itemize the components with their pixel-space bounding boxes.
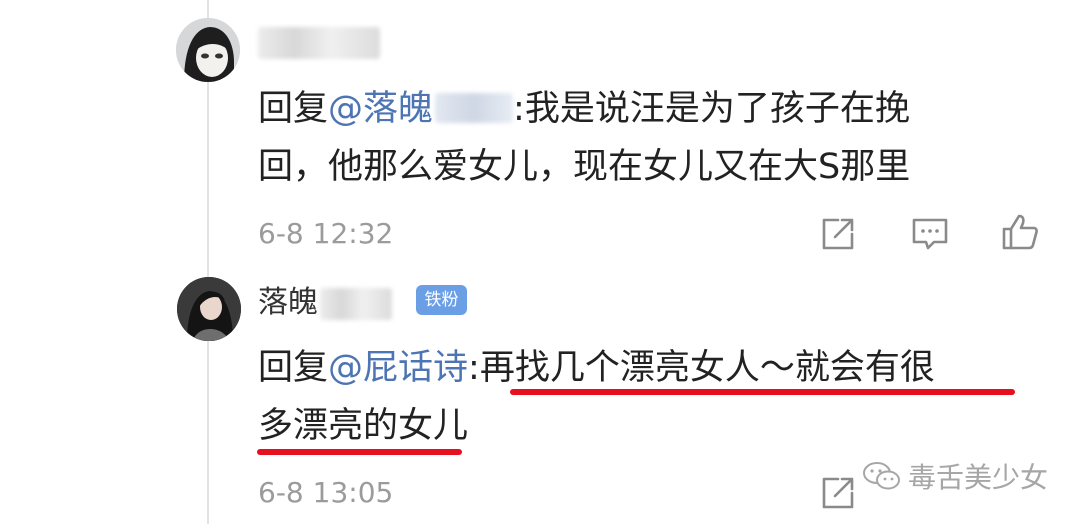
comment-body: 回复@落魄:我是说汪是为了孩子在挽 回，他那么爱女儿，现在女儿又在大S那里 xyxy=(258,89,911,187)
blurred-username xyxy=(320,287,392,320)
share-icon[interactable] xyxy=(818,473,858,513)
like-icon[interactable] xyxy=(1000,212,1040,252)
comment-text: 再找几个漂亮女人～就会有很 xyxy=(479,348,935,388)
avatar[interactable] xyxy=(177,277,241,341)
red-underline xyxy=(257,449,462,455)
comment-text: 多漂亮的女儿 xyxy=(258,406,469,446)
fan-badge: 铁粉 xyxy=(416,285,467,315)
reply-prefix: 回复 xyxy=(258,348,329,388)
mention-link[interactable]: @落魄 xyxy=(328,89,514,129)
comment-username[interactable] xyxy=(258,22,380,62)
avatar[interactable] xyxy=(176,18,240,82)
comment-icon[interactable] xyxy=(910,214,950,254)
comment-username[interactable]: 落魄 xyxy=(258,283,392,323)
comment-text: 回，他那么爱女儿，现在女儿又在大S那里 xyxy=(258,147,911,187)
timestamp: 6-8 12:32 xyxy=(258,217,394,250)
watermark: 毒舌美少女 xyxy=(862,460,1048,496)
wechat-icon xyxy=(862,461,902,491)
red-underline xyxy=(510,389,1015,395)
watermark-text: 毒舌美少女 xyxy=(908,461,1049,494)
reply-prefix: 回复 xyxy=(258,89,329,129)
blurred-mention xyxy=(435,93,514,123)
timestamp: 6-8 13:05 xyxy=(258,476,394,509)
comment-body: 回复@屁话诗:再找几个漂亮女人～就会有很 多漂亮的女儿 xyxy=(258,348,935,446)
share-icon[interactable] xyxy=(818,214,858,254)
comment-text: 我是说汪是为了孩子在挽 xyxy=(524,89,910,129)
mention-link[interactable]: @屁话诗 xyxy=(328,348,468,388)
blurred-username xyxy=(258,26,380,59)
